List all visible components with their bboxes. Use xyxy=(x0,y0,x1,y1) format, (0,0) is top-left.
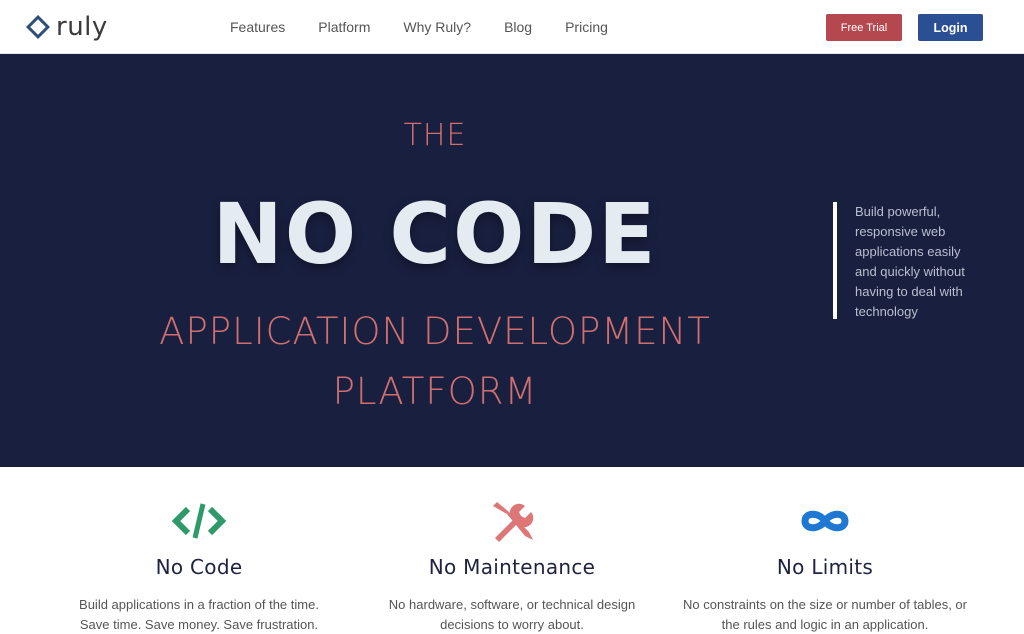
feature-title: No Limits xyxy=(776,555,874,579)
infinity-icon xyxy=(797,499,853,543)
hero-tagline-line: responsive web xyxy=(855,224,946,239)
nav-link-why-ruly[interactable]: Why Ruly? xyxy=(403,18,471,36)
login-button[interactable]: Login xyxy=(918,14,983,41)
feature-description-line: the rules and logic in an application. xyxy=(721,617,929,632)
nav-menu: Features Platform Why Ruly? Blog Pricing xyxy=(214,18,641,36)
feature-description: No constraints on the size or number of … xyxy=(655,595,995,634)
tools-icon xyxy=(484,499,540,543)
hero-tagline-line: Build powerful, xyxy=(855,204,941,219)
feature-description-line: Build applications in a fraction of the … xyxy=(79,597,319,612)
feature-title: No Code xyxy=(155,555,243,579)
nav-link-blog[interactable]: Blog xyxy=(504,18,532,36)
feature-description: Build applications in a fraction of the … xyxy=(29,595,369,634)
hero-tagline-line: applications easily xyxy=(855,244,961,259)
hero-subheadline: APPLICATION DEVELOPMENT PLATFORM xyxy=(0,302,870,422)
code-icon xyxy=(171,499,227,543)
feature-title: No Maintenance xyxy=(428,555,596,579)
hero-section: THE NO CODE APPLICATION DEVELOPMENT PLAT… xyxy=(0,54,1024,467)
feature-description-line: Save time. Save money. Save frustration. xyxy=(79,617,319,632)
hero-tagline-line: having to deal with xyxy=(855,284,963,299)
nav-link-features[interactable]: Features xyxy=(230,18,285,36)
nav-link-platform[interactable]: Platform xyxy=(318,18,370,36)
feature-description-line: No hardware, software, or technical desi… xyxy=(388,597,636,612)
feature-description: No hardware, software, or technical desi… xyxy=(342,595,682,634)
top-nav: ruly Features Platform Why Ruly? Blog Pr… xyxy=(0,0,1024,54)
feature-description-line: decisions to worry about. xyxy=(440,617,584,632)
hero-tagline-line: and quickly without xyxy=(855,264,965,279)
hero-tagline-line: technology xyxy=(855,304,918,319)
hero-subheadline-line-2: PLATFORM xyxy=(332,370,538,413)
hero-subheadline-line-1: APPLICATION DEVELOPMENT xyxy=(159,310,711,353)
hero-tagline: Build powerful, responsive web applicati… xyxy=(833,202,993,319)
free-trial-button[interactable]: Free Trial xyxy=(826,14,902,41)
feature-description-line: No constraints on the size or number of … xyxy=(683,597,967,612)
ruly-logo[interactable]: ruly xyxy=(26,13,108,41)
features-section: No Code Build applications in a fraction… xyxy=(0,467,1024,634)
hero-headline: NO CODE xyxy=(212,185,658,283)
diamond-logo-icon xyxy=(26,15,50,39)
hero-line-the: THE xyxy=(403,118,467,153)
nav-link-pricing[interactable]: Pricing xyxy=(565,18,608,36)
brand-name: ruly xyxy=(56,12,108,42)
